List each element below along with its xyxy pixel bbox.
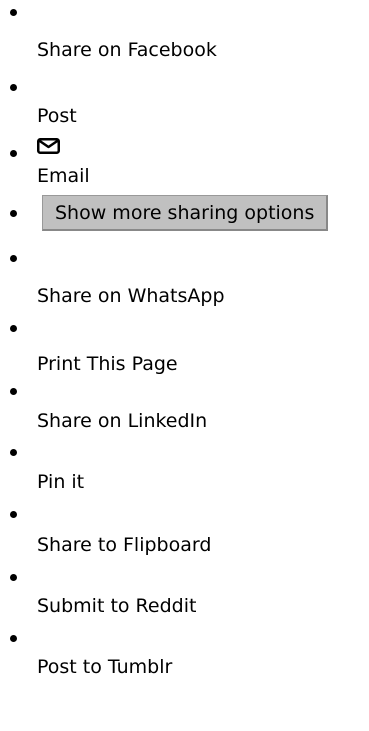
list-bullet xyxy=(10,150,17,157)
list-bullet xyxy=(10,635,17,642)
share-item-pinterest[interactable]: Pin it xyxy=(0,440,369,496)
print-icon[interactable] xyxy=(37,318,369,350)
share-item-linkedin[interactable]: Share on LinkedIn xyxy=(0,380,369,435)
share-label[interactable]: Print This Page xyxy=(37,350,369,378)
list-bullet xyxy=(10,449,17,456)
show-more-sharing-button[interactable]: Show more sharing options xyxy=(42,195,329,231)
share-label[interactable]: Share to Flipboard xyxy=(37,531,369,559)
share-label[interactable]: Post xyxy=(37,102,369,130)
linkedin-icon[interactable] xyxy=(37,380,369,407)
x-twitter-icon[interactable] xyxy=(37,76,369,102)
share-label[interactable]: Share on LinkedIn xyxy=(37,407,369,435)
whatsapp-icon[interactable] xyxy=(37,250,369,282)
list-bullet xyxy=(10,574,17,581)
list-bullet xyxy=(10,84,17,91)
share-label[interactable]: Submit to Reddit xyxy=(37,592,369,620)
list-bullet xyxy=(10,9,17,16)
share-item-more: Show more sharing options xyxy=(0,195,369,231)
share-item-post[interactable]: Post xyxy=(0,76,369,130)
list-bullet xyxy=(10,511,17,518)
list-bullet xyxy=(10,388,17,395)
share-label[interactable]: Share on WhatsApp xyxy=(37,282,369,310)
reddit-icon[interactable] xyxy=(37,566,369,592)
share-label[interactable]: Post to Tumblr xyxy=(37,653,369,681)
list-bullet xyxy=(10,255,17,262)
share-label[interactable]: Pin it xyxy=(37,468,369,496)
facebook-icon[interactable] xyxy=(37,0,369,36)
share-item-tumblr[interactable]: Post to Tumblr xyxy=(0,627,369,681)
share-item-print[interactable]: Print This Page xyxy=(0,318,369,378)
share-item-facebook[interactable]: Share on Facebook xyxy=(0,0,369,64)
share-item-reddit[interactable]: Submit to Reddit xyxy=(0,566,369,620)
share-item-email[interactable]: Email xyxy=(0,134,369,190)
pinterest-icon[interactable] xyxy=(37,440,369,468)
share-label[interactable]: Email xyxy=(37,162,369,190)
flipboard-icon[interactable] xyxy=(37,503,369,531)
mail-icon xyxy=(37,138,60,154)
share-item-whatsapp[interactable]: Share on WhatsApp xyxy=(0,250,369,310)
list-bullet xyxy=(10,325,17,332)
list-bullet xyxy=(10,210,17,217)
share-label[interactable]: Share on Facebook xyxy=(37,36,369,64)
share-item-flipboard[interactable]: Share to Flipboard xyxy=(0,503,369,559)
tumblr-icon[interactable] xyxy=(37,627,369,653)
mail-icon[interactable] xyxy=(37,134,369,162)
